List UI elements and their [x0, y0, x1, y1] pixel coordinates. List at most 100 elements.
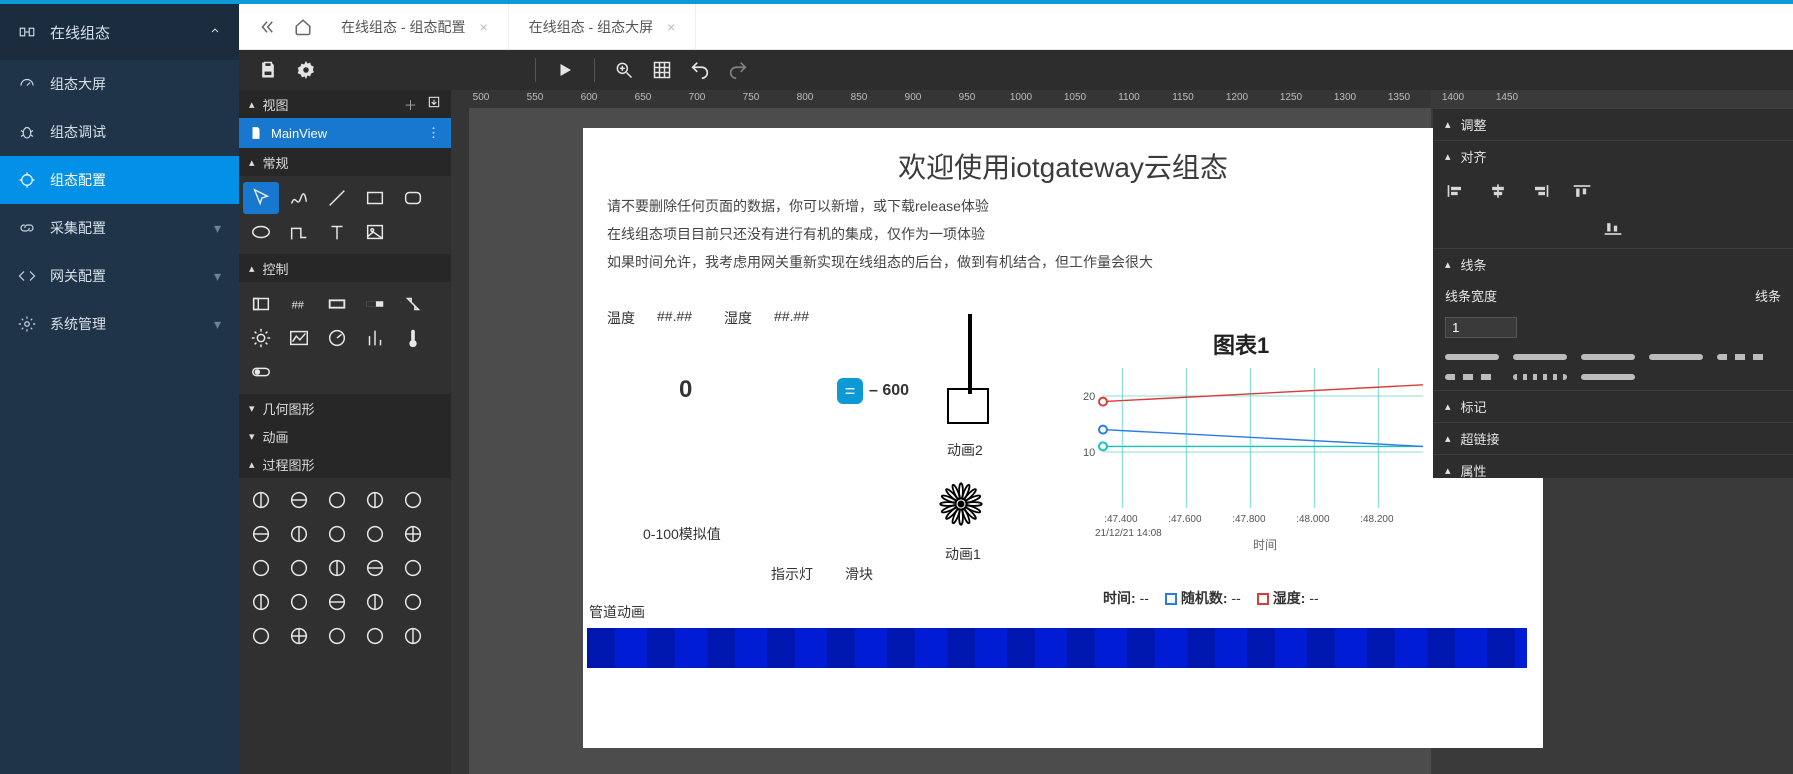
- process-shape-10[interactable]: [243, 552, 279, 584]
- import-view-icon[interactable]: [427, 95, 441, 114]
- process-shape-6[interactable]: [281, 518, 317, 550]
- ctrl-panel[interactable]: [243, 288, 279, 320]
- palette-section-animation[interactable]: ▾ 动画: [239, 422, 451, 450]
- ctrl-progress[interactable]: [357, 288, 393, 320]
- line-style-solid[interactable]: [1445, 354, 1499, 360]
- process-shape-14[interactable]: [395, 552, 431, 584]
- palette-section-geometry[interactable]: ▾ 几何图形: [239, 394, 451, 422]
- process-shape-22[interactable]: [319, 620, 355, 652]
- process-shape-2[interactable]: [319, 484, 355, 516]
- process-shape-18[interactable]: [357, 586, 393, 618]
- process-shape-7[interactable]: [319, 518, 355, 550]
- settings-button[interactable]: [287, 54, 325, 86]
- tool-pointer[interactable]: [243, 182, 279, 214]
- nav-item-collect[interactable]: 采集配置 ▾: [0, 204, 239, 252]
- palette-section-view[interactable]: ▴ 视图 ＋: [239, 90, 451, 118]
- tool-rect[interactable]: [357, 182, 393, 214]
- nav-item-dashboard[interactable]: 组态大屏: [0, 60, 239, 108]
- process-shape-15[interactable]: [243, 586, 279, 618]
- fan-widget[interactable]: [935, 478, 987, 530]
- line-style-dash-2[interactable]: [1445, 374, 1499, 380]
- ctrl-gauge[interactable]: [319, 322, 355, 354]
- props-section-align[interactable]: ▴对齐: [1433, 140, 1793, 172]
- nav-item-config[interactable]: 组态配置: [0, 156, 239, 204]
- line-style-dot[interactable]: [1513, 374, 1567, 380]
- add-view-icon[interactable]: ＋: [404, 95, 417, 114]
- process-shape-13[interactable]: [357, 552, 393, 584]
- process-shape-0[interactable]: [243, 484, 279, 516]
- palette-section-normal[interactable]: ▴ 常规: [239, 148, 451, 176]
- process-shape-16[interactable]: [281, 586, 317, 618]
- props-section-hyperlink[interactable]: ▴超链接: [1433, 422, 1793, 454]
- home-button[interactable]: [285, 9, 321, 45]
- tool-text[interactable]: [319, 216, 355, 248]
- collapse-icon[interactable]: [209, 24, 221, 41]
- line-width-input[interactable]: [1445, 317, 1517, 338]
- nav-item-gateway[interactable]: 网关配置 ▾: [0, 252, 239, 300]
- tool-ellipse[interactable]: [243, 216, 279, 248]
- props-section-line[interactable]: ▴线条: [1433, 248, 1793, 280]
- ctrl-valve[interactable]: [395, 288, 431, 320]
- tab-dashboard[interactable]: 在线组态 - 组态大屏 ×: [509, 4, 697, 50]
- collapse-tabs-button[interactable]: [249, 9, 285, 45]
- nav-item-system[interactable]: 系统管理 ▾: [0, 300, 239, 348]
- slider-knob[interactable]: =: [837, 378, 863, 404]
- process-shape-21[interactable]: [281, 620, 317, 652]
- view-item-mainview[interactable]: MainView ⋮: [239, 118, 451, 148]
- props-section-marker[interactable]: ▴标记: [1433, 390, 1793, 422]
- align-bottom-button[interactable]: [1443, 218, 1783, 240]
- process-shape-1[interactable]: [281, 484, 317, 516]
- pipe-animation[interactable]: [587, 628, 1527, 668]
- palette-section-process[interactable]: ▴ 过程图形: [239, 450, 451, 478]
- process-shape-23[interactable]: [357, 620, 393, 652]
- process-shape-5[interactable]: [243, 518, 279, 550]
- process-shape-12[interactable]: [319, 552, 355, 584]
- nav-header[interactable]: 在线组态: [0, 4, 239, 60]
- tab-config[interactable]: 在线组态 - 组态配置 ×: [321, 4, 509, 50]
- chart-1[interactable]: 图表1 1020:47.400:47.600:47.800:48.000:48.…: [1073, 328, 1493, 578]
- close-icon[interactable]: ×: [667, 19, 675, 35]
- process-shape-19[interactable]: [395, 586, 431, 618]
- tool-polyline[interactable]: [281, 216, 317, 248]
- tool-freehand[interactable]: [281, 182, 317, 214]
- slider-widget[interactable]: = – 600: [837, 378, 909, 404]
- palette-section-control[interactable]: ▴ 控制: [239, 254, 451, 282]
- align-right-button[interactable]: [1527, 180, 1553, 202]
- close-icon[interactable]: ×: [479, 19, 487, 35]
- zoom-button[interactable]: [605, 54, 643, 86]
- process-shape-3[interactable]: [357, 484, 393, 516]
- process-shape-24[interactable]: [395, 620, 431, 652]
- ctrl-trend[interactable]: [281, 322, 317, 354]
- process-shape-20[interactable]: [243, 620, 279, 652]
- tool-roundrect[interactable]: [395, 182, 431, 214]
- animation-box-2[interactable]: [945, 314, 995, 434]
- ctrl-toggle[interactable]: [243, 356, 279, 388]
- process-shape-8[interactable]: [357, 518, 393, 550]
- play-button[interactable]: [546, 54, 584, 86]
- tool-line[interactable]: [319, 182, 355, 214]
- ctrl-lamp[interactable]: [243, 322, 279, 354]
- ctrl-display[interactable]: [319, 288, 355, 320]
- ctrl-numeric[interactable]: ##: [281, 288, 317, 320]
- more-icon[interactable]: ⋮: [427, 125, 441, 141]
- redo-button[interactable]: [719, 54, 757, 86]
- save-button[interactable]: [249, 54, 287, 86]
- line-style-dash[interactable]: [1717, 354, 1771, 360]
- align-center-h-button[interactable]: [1485, 180, 1511, 202]
- ctrl-bars[interactable]: [357, 322, 393, 354]
- line-style-round[interactable]: [1581, 374, 1635, 380]
- process-shape-11[interactable]: [281, 552, 317, 584]
- line-style-solid-3[interactable]: [1581, 354, 1635, 360]
- props-section-adjust[interactable]: ▴调整: [1433, 108, 1793, 140]
- line-style-solid-2[interactable]: [1513, 354, 1567, 360]
- tool-image[interactable]: [357, 216, 393, 248]
- process-shape-17[interactable]: [319, 586, 355, 618]
- canvas[interactable]: 欢迎使用iotgateway云组态 请不要删除任何页面的数据，你可以新增，或下载…: [583, 128, 1543, 748]
- align-top-button[interactable]: [1569, 180, 1595, 202]
- process-shape-9[interactable]: [395, 518, 431, 550]
- grid-button[interactable]: [643, 54, 681, 86]
- align-left-button[interactable]: [1443, 180, 1469, 202]
- ctrl-thermo[interactable]: [395, 322, 431, 354]
- line-style-solid-4[interactable]: [1649, 354, 1703, 360]
- nav-item-debug[interactable]: 组态调试: [0, 108, 239, 156]
